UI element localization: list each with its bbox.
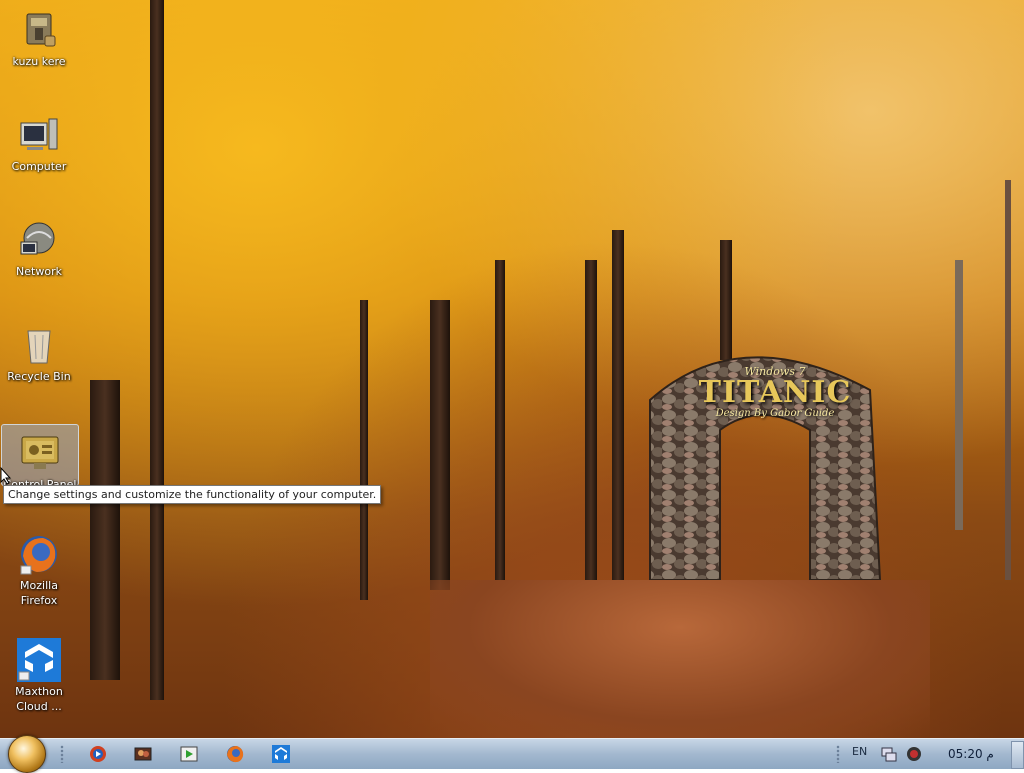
- tray-grip-icon[interactable]: [836, 745, 840, 763]
- network-tray-icon[interactable]: [880, 745, 898, 763]
- photos-icon[interactable]: [133, 744, 153, 764]
- desktop-icon-label: Maxthon Cloud ...: [15, 685, 63, 713]
- wallpaper-title-text: TITANIC: [698, 375, 852, 410]
- desktop-icon-mozilla-firefox[interactable]: Mozilla Firefox: [1, 526, 77, 608]
- desktop-wallpaper: Windows 7 TITANIC Design By Gabor Guide: [0, 0, 1024, 738]
- desktop-icon-label: kuzu kere: [12, 55, 66, 68]
- taskbar-grip-icon[interactable]: [60, 745, 64, 763]
- desktop-icon-computer[interactable]: Computer: [1, 107, 77, 174]
- media-player-icon[interactable]: [88, 744, 108, 764]
- desktop-icon-label: Recycle Bin: [7, 370, 71, 383]
- desktop-icon-kuzu-kere[interactable]: kuzu kere: [1, 2, 77, 69]
- taskbar: EN 05:20 م: [0, 735, 1024, 773]
- mouse-cursor-icon: [0, 467, 12, 485]
- tooltip: Change settings and customize the functi…: [3, 485, 382, 504]
- computer-icon: [17, 113, 61, 157]
- archive-icon: [17, 8, 61, 52]
- language-indicator[interactable]: EN: [852, 745, 867, 758]
- desktop-icon-maxthon-cloud[interactable]: Maxthon Cloud ...: [1, 632, 77, 714]
- desktop-icon-label: Network: [16, 265, 62, 278]
- desktop-icon-network[interactable]: Network: [1, 212, 77, 279]
- video-player-icon[interactable]: [179, 744, 199, 764]
- firefox-icon: [17, 532, 61, 576]
- network-icon: [17, 218, 61, 262]
- show-desktop-button[interactable]: [1011, 741, 1024, 769]
- maxthon-icon: [17, 638, 61, 682]
- speaker-tray-icon[interactable]: [905, 745, 923, 763]
- desktop-icon-label: Computer: [11, 160, 67, 173]
- control-panel-icon: [18, 431, 62, 475]
- recycle-bin-icon: [17, 323, 61, 367]
- desktop-icon-control-panel[interactable]: Control Panel: [1, 424, 79, 491]
- firefox-icon[interactable]: [225, 744, 245, 764]
- start-button[interactable]: [8, 735, 46, 773]
- maxthon-icon[interactable]: [271, 744, 291, 764]
- desktop-icon-label: Mozilla Firefox: [20, 579, 58, 607]
- clock[interactable]: 05:20 م: [948, 747, 994, 761]
- desktop-icon-recycle-bin[interactable]: Recycle Bin: [1, 317, 77, 384]
